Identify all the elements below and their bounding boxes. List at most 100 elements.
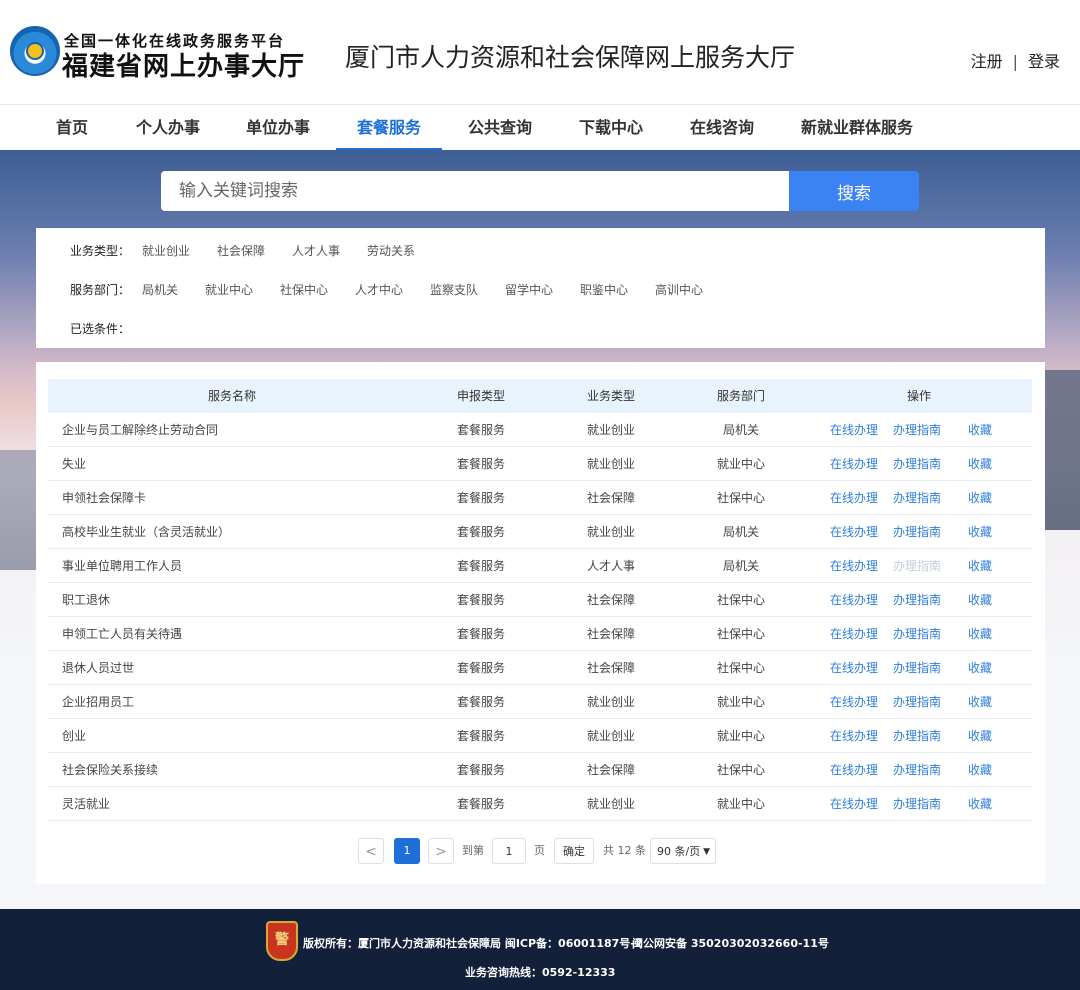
nav-item-new-employment[interactable]: 新就业群体服务 [792, 105, 922, 151]
filter-option-training[interactable]: 高训中心 [655, 281, 703, 298]
online-handle-link[interactable]: 在线办理 [830, 787, 878, 821]
guide-link[interactable]: 办理指南 [893, 583, 941, 617]
filter-option-bureau[interactable]: 局机关 [142, 281, 178, 298]
goto-page-input[interactable]: 1 [492, 838, 526, 864]
filter-panel: 业务类型： 就业创业 社会保障 人才人事 劳动关系 服务部门： 局机关 就业中心… [36, 228, 1045, 348]
cell-apply-type: 套餐服务 [456, 457, 505, 471]
favorite-link[interactable]: 收藏 [968, 685, 992, 719]
cell-biz-type: 人才人事 [586, 559, 635, 573]
favorite-link[interactable]: 收藏 [968, 753, 992, 787]
cell-apply-type: 套餐服务 [456, 559, 505, 573]
online-handle-link[interactable]: 在线办理 [830, 651, 878, 685]
cell-service-name[interactable]: 职工退休 [62, 583, 402, 617]
register-link[interactable]: 注册 [971, 48, 1003, 72]
online-handle-link[interactable]: 在线办理 [830, 549, 878, 583]
table-row: 失业 套餐服务 就业创业 就业中心 在线办理 办理指南 收藏 [48, 447, 1032, 481]
next-page-button[interactable]: > [428, 838, 454, 864]
login-link[interactable]: 登录 [1028, 48, 1060, 72]
cell-service-name[interactable]: 事业单位聘用工作人员 [62, 549, 402, 583]
cell-service-name[interactable]: 失业 [62, 447, 402, 481]
filter-option-social-security[interactable]: 社会保障 [217, 242, 265, 259]
filter-option-labor[interactable]: 劳动关系 [367, 242, 415, 259]
filter-option-study-abroad[interactable]: 留学中心 [505, 281, 553, 298]
filter-option-social-center[interactable]: 社保中心 [280, 281, 328, 298]
cell-apply-type: 套餐服务 [456, 797, 505, 811]
nav-item-consult[interactable]: 在线咨询 [680, 105, 764, 151]
favorite-link[interactable]: 收藏 [968, 549, 992, 583]
cell-biz-type: 社会保障 [586, 627, 635, 641]
online-handle-link[interactable]: 在线办理 [830, 447, 878, 481]
guide-link[interactable]: 办理指南 [893, 719, 941, 753]
platform-title[interactable]: 福建省网上办事大厅 [62, 46, 305, 83]
nav-item-public-query[interactable]: 公共查询 [458, 105, 542, 151]
city-skyline-left [0, 450, 36, 570]
cell-service-name[interactable]: 企业与员工解除终止劳动合同 [62, 413, 402, 447]
col-header-name: 服务名称 [207, 389, 256, 403]
cell-apply-type: 套餐服务 [456, 729, 505, 743]
prev-page-button[interactable]: < [358, 838, 384, 864]
favorite-link[interactable]: 收藏 [968, 719, 992, 753]
cell-biz-type: 社会保障 [586, 661, 635, 675]
city-skyline-right [1040, 370, 1080, 530]
filter-option-vocational[interactable]: 职鉴中心 [580, 281, 628, 298]
nav-item-unit[interactable]: 单位办事 [236, 105, 320, 151]
cell-service-name[interactable]: 退休人员过世 [62, 651, 402, 685]
guide-link[interactable]: 办理指南 [893, 515, 941, 549]
cell-service-name[interactable]: 社会保险关系接续 [62, 753, 402, 787]
favorite-link[interactable]: 收藏 [968, 787, 992, 821]
nav-item-package[interactable]: 套餐服务 [336, 105, 442, 151]
nav-item-personal[interactable]: 个人办事 [126, 105, 210, 151]
cell-service-name[interactable]: 申领社会保障卡 [62, 481, 402, 515]
cell-dept: 社保中心 [716, 661, 765, 675]
favorite-link[interactable]: 收藏 [968, 651, 992, 685]
cell-service-name[interactable]: 高校毕业生就业（含灵活就业） [62, 515, 402, 549]
guide-link[interactable]: 办理指南 [893, 753, 941, 787]
online-handle-link[interactable]: 在线办理 [830, 719, 878, 753]
favorite-link[interactable]: 收藏 [968, 583, 992, 617]
table-row: 申领社会保障卡 套餐服务 社会保障 社保中心 在线办理 办理指南 收藏 [48, 481, 1032, 515]
filter-option-inspection[interactable]: 监察支队 [430, 281, 478, 298]
guide-link[interactable]: 办理指南 [893, 447, 941, 481]
filter-option-employment[interactable]: 就业创业 [142, 242, 190, 259]
filter-option-employment-center[interactable]: 就业中心 [205, 281, 253, 298]
cell-service-name[interactable]: 企业招用员工 [62, 685, 402, 719]
page-size-select[interactable]: 90 条/页 ▼ [650, 838, 716, 864]
nav-item-home[interactable]: 首页 [40, 105, 104, 151]
cell-service-name[interactable]: 创业 [62, 719, 402, 753]
search-input[interactable] [161, 171, 789, 211]
table-row: 高校毕业生就业（含灵活就业） 套餐服务 就业创业 局机关 在线办理 办理指南 收藏 [48, 515, 1032, 549]
table-header: 服务名称 申报类型 业务类型 服务部门 操作 [48, 379, 1032, 413]
cell-service-name[interactable]: 申领工亡人员有关待遇 [62, 617, 402, 651]
auth-links: 注册 | 登录 [971, 48, 1060, 72]
favorite-link[interactable]: 收藏 [968, 515, 992, 549]
search-button[interactable]: 搜索 [789, 171, 919, 211]
guide-link[interactable]: 办理指南 [893, 651, 941, 685]
guide-link[interactable]: 办理指南 [893, 617, 941, 651]
online-handle-link[interactable]: 在线办理 [830, 413, 878, 447]
nav-item-download[interactable]: 下载中心 [569, 105, 653, 151]
online-handle-link[interactable]: 在线办理 [830, 583, 878, 617]
current-page-button[interactable]: 1 [394, 838, 420, 864]
guide-link[interactable]: 办理指南 [893, 787, 941, 821]
online-handle-link[interactable]: 在线办理 [830, 685, 878, 719]
online-handle-link[interactable]: 在线办理 [830, 753, 878, 787]
favorite-link[interactable]: 收藏 [968, 617, 992, 651]
online-handle-link[interactable]: 在线办理 [830, 481, 878, 515]
guide-link[interactable]: 办理指南 [893, 685, 941, 719]
goto-confirm-button[interactable]: 确定 [554, 838, 594, 864]
filter-row-business-type: 业务类型： 就业创业 社会保障 人才人事 劳动关系 [70, 242, 1030, 258]
platform-logo-icon[interactable] [10, 26, 60, 76]
cell-service-name[interactable]: 灵活就业 [62, 787, 402, 821]
cell-biz-type: 社会保障 [586, 763, 635, 777]
favorite-link[interactable]: 收藏 [968, 481, 992, 515]
online-handle-link[interactable]: 在线办理 [830, 515, 878, 549]
smile-icon [26, 42, 44, 60]
filter-option-talent[interactable]: 人才人事 [292, 242, 340, 259]
filter-option-talent-center[interactable]: 人才中心 [355, 281, 403, 298]
guide-link[interactable]: 办理指南 [893, 481, 941, 515]
favorite-link[interactable]: 收藏 [968, 447, 992, 481]
footer-police-record[interactable]: 闽公网安备 35020302032660-11号 [632, 935, 829, 951]
guide-link[interactable]: 办理指南 [893, 413, 941, 447]
favorite-link[interactable]: 收藏 [968, 413, 992, 447]
online-handle-link[interactable]: 在线办理 [830, 617, 878, 651]
